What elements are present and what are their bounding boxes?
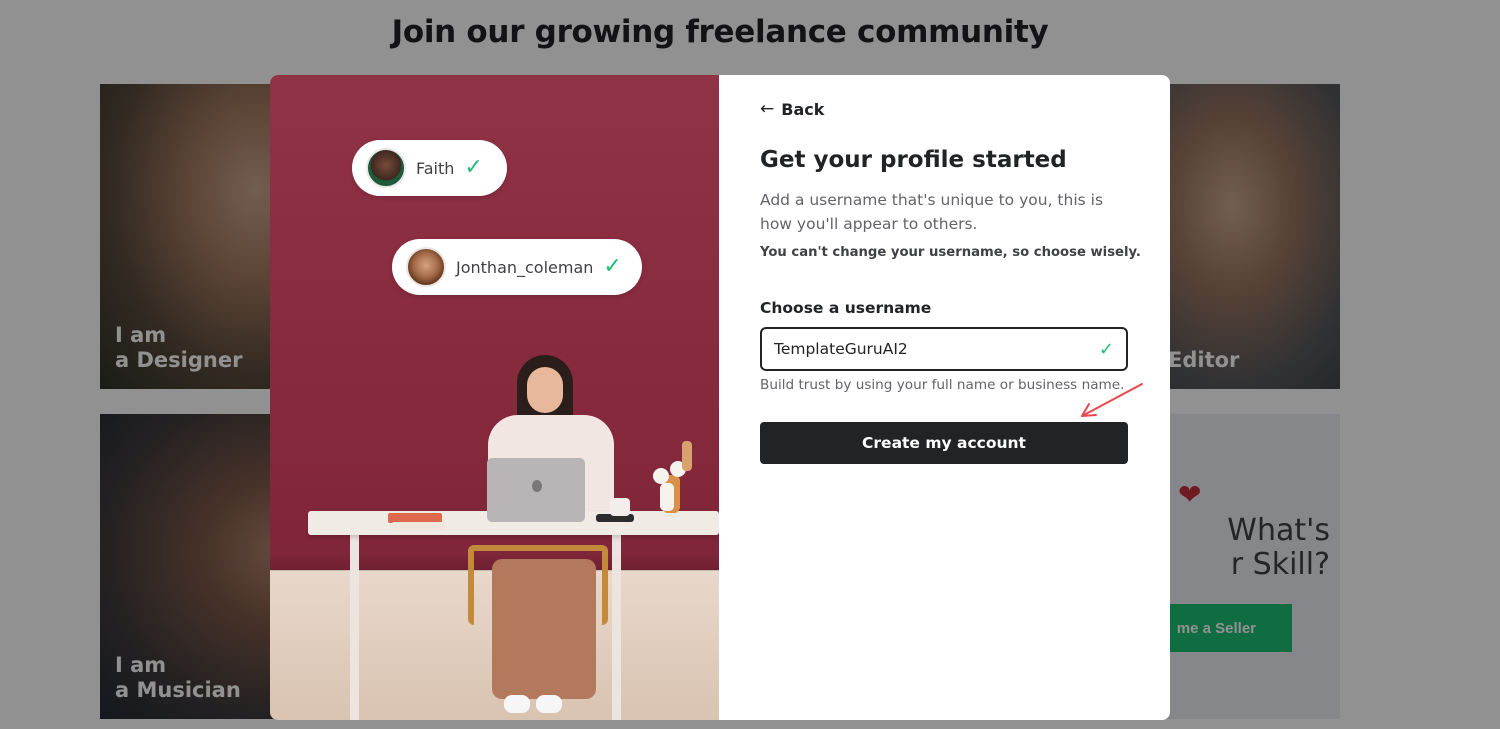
shoe bbox=[504, 695, 530, 713]
dried-flower bbox=[682, 441, 692, 471]
username-label: Choose a username bbox=[760, 299, 932, 317]
chip-username: Jonthan_coleman bbox=[456, 257, 594, 277]
user-chip-faith: Faith ✓ bbox=[352, 140, 507, 196]
chip-username: Faith bbox=[416, 158, 455, 178]
modal-title: Get your profile started bbox=[760, 147, 1067, 173]
vase bbox=[660, 483, 674, 511]
flower bbox=[653, 468, 669, 484]
username-hint: Build trust by using your full name or b… bbox=[760, 377, 1125, 393]
laptop-logo-icon bbox=[532, 480, 542, 492]
create-account-button[interactable]: Create my account bbox=[760, 422, 1128, 464]
checkmark-icon: ✓ bbox=[1098, 338, 1114, 360]
username-input[interactable] bbox=[774, 340, 1099, 358]
back-label: Back bbox=[781, 100, 825, 119]
cup bbox=[610, 498, 630, 516]
person-face bbox=[527, 367, 563, 413]
shoe bbox=[536, 695, 562, 713]
user-chip-jonthan: Jonthan_coleman ✓ bbox=[392, 239, 642, 295]
avatar bbox=[366, 148, 406, 188]
desk-leg bbox=[612, 533, 621, 720]
modal-illustration: Faith ✓ Jonthan_coleman ✓ bbox=[270, 75, 719, 720]
profile-modal: Faith ✓ Jonthan_coleman ✓ ← Back Get you… bbox=[270, 75, 1170, 720]
arrow-left-icon: ← bbox=[760, 99, 775, 119]
checkmark-icon: ✓ bbox=[603, 254, 622, 279]
books bbox=[392, 522, 446, 530]
annotation-arrow-icon bbox=[1081, 383, 1143, 417]
username-warning: You can't change your username, so choos… bbox=[760, 245, 1141, 260]
person-legs bbox=[492, 559, 596, 699]
avatar bbox=[406, 247, 446, 287]
back-button[interactable]: ← Back bbox=[760, 100, 824, 119]
checkmark-icon: ✓ bbox=[464, 155, 483, 180]
modal-subtitle: Add a username that's unique to you, thi… bbox=[760, 191, 1104, 233]
username-field[interactable]: ✓ bbox=[760, 327, 1128, 371]
desk-leg bbox=[350, 533, 359, 720]
